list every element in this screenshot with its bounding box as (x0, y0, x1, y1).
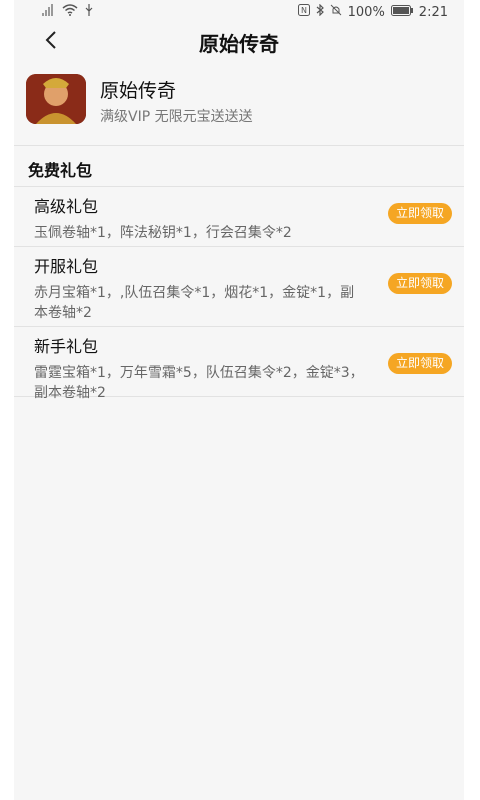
status-left (42, 4, 94, 20)
claim-button[interactable]: 立即领取 (387, 353, 452, 374)
section-title: 免费礼包 (28, 161, 93, 180)
gift-content: 雷霆宝箱*1，万年雪霜*5，队伍召集令*2，金锭*3，副本卷轴*2 (34, 365, 364, 401)
clock: 2:21 (418, 4, 448, 20)
status-bar: N 100% 2:21 (14, 0, 464, 24)
gift-content: 玉佩卷轴*1，阵法秘钥*1，行会召集令*2 (34, 225, 292, 241)
svg-text:N: N (301, 6, 307, 15)
claim-button[interactable]: 立即领取 (387, 203, 452, 224)
app-name: 原始传奇 (100, 80, 177, 102)
page-title: 原始传奇 (199, 32, 279, 56)
app-card: 原始传奇 满级VIP 无限元宝送送送 (14, 70, 464, 145)
gift-content: 赤月宝箱*1，,队伍召集令*1，烟花*1，金锭*1，副本卷轴*2 (34, 285, 355, 321)
status-right: N 100% 2:21 (297, 3, 448, 20)
gift-row: 开服礼包 赤月宝箱*1，,队伍召集令*1，烟花*1，金锭*1，副本卷轴*2 立即… (14, 246, 464, 326)
gift-row: 高级礼包 玉佩卷轴*1，阵法秘钥*1，行会召集令*2 立即领取 (14, 186, 464, 246)
bluetooth-icon (316, 3, 324, 20)
wifi-icon (62, 4, 78, 20)
mute-icon (330, 4, 342, 20)
app-description: 满级VIP 无限元宝送送送 (100, 109, 253, 125)
battery-percent: 100% (347, 4, 385, 20)
app-icon (26, 74, 86, 124)
battery-icon (390, 4, 413, 20)
nfc-icon: N (297, 4, 310, 20)
divider (14, 145, 464, 146)
gift-name: 高级礼包 (34, 197, 99, 216)
usb-icon (84, 4, 94, 20)
nav-bar: 原始传奇 (14, 24, 464, 64)
gift-name: 新手礼包 (34, 337, 99, 356)
gift-name: 开服礼包 (34, 257, 99, 276)
claim-button[interactable]: 立即领取 (387, 273, 452, 294)
gift-list: 高级礼包 玉佩卷轴*1，阵法秘钥*1，行会召集令*2 立即领取 开服礼包 赤月宝… (14, 186, 464, 401)
gift-row: 新手礼包 雷霆宝箱*1，万年雪霜*5，队伍召集令*2，金锭*3，副本卷轴*2 立… (14, 326, 464, 401)
page: N 100% 2:21 原始传奇 原始传奇 满级VIP 无限元宝送送送 免费礼包… (14, 0, 464, 800)
signal-icon (42, 4, 56, 20)
